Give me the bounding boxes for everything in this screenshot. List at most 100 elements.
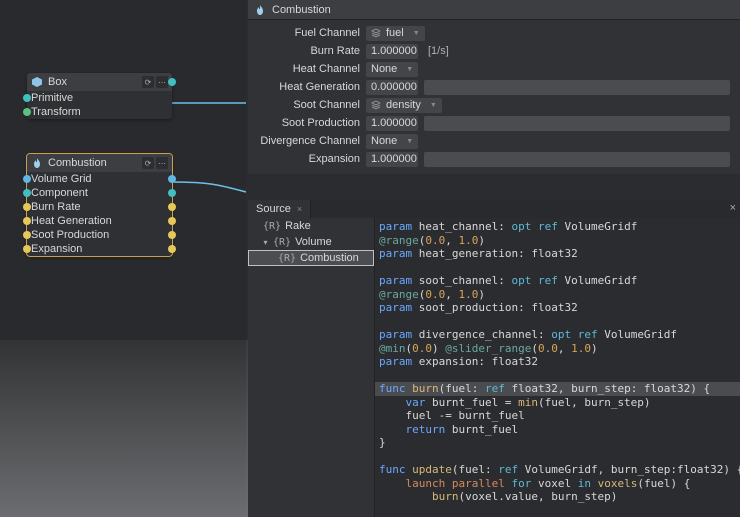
cube-icon: [31, 76, 43, 88]
soot-production-slider[interactable]: [424, 116, 730, 131]
property-label: Fuel Channel: [258, 27, 360, 39]
tree-label: Rake: [285, 220, 311, 232]
property-row: Divergence Channel None ▼: [258, 132, 730, 150]
property-label: Heat Channel: [258, 63, 360, 75]
tab-bar: Source × ×: [248, 200, 740, 218]
disclosure-triangle-icon[interactable]: ▾: [262, 238, 269, 247]
code-line[interactable]: func burn(fuel: ref float32, burn_step: …: [379, 382, 736, 396]
node-graph[interactable]: Box ⟳ ⋯ Primitive Transform Combustion ⟳…: [0, 0, 246, 517]
code-line[interactable]: launch parallel for voxel in voxels(fuel…: [379, 477, 736, 491]
stack-icon: [371, 28, 381, 38]
output-port[interactable]: [168, 217, 176, 225]
dropdown-value: None: [371, 63, 397, 75]
node-row[interactable]: Burn Rate: [27, 200, 172, 214]
code-editor[interactable]: param heat_channel: opt ref VolumeGridf@…: [375, 218, 740, 517]
code-line[interactable]: burn(voxel.value, burn_step): [379, 490, 736, 504]
input-port[interactable]: [23, 217, 31, 225]
input-port[interactable]: [23, 189, 31, 197]
code-line[interactable]: @range(0.0, 1.0): [379, 234, 736, 248]
stack-icon: [371, 100, 381, 110]
code-line[interactable]: [379, 315, 736, 329]
node-row-label: Soot Production: [31, 229, 109, 241]
unit-label: [1/s]: [424, 45, 453, 57]
input-port[interactable]: [23, 108, 31, 116]
code-line[interactable]: param soot_production: float32: [379, 301, 736, 315]
code-line[interactable]: [379, 369, 736, 383]
output-port[interactable]: [168, 78, 176, 86]
code-line[interactable]: param divergence_channel: opt ref Volume…: [379, 328, 736, 342]
node-title[interactable]: Box ⟳ ⋯: [27, 73, 172, 91]
node-row[interactable]: Component: [27, 186, 172, 200]
tree-row-volume[interactable]: ▾ {R} Volume: [248, 234, 374, 250]
code-line[interactable]: var burnt_fuel = min(fuel, burn_step): [379, 396, 736, 410]
code-line[interactable]: [379, 450, 736, 464]
node-row[interactable]: Volume Grid: [27, 172, 172, 186]
node-row[interactable]: Soot Production: [27, 228, 172, 242]
outline-tree[interactable]: {R} Rake ▾ {R} Volume {R} Combustion: [248, 218, 375, 517]
code-line[interactable]: }: [379, 436, 736, 450]
type-badge: {R}: [273, 237, 291, 248]
dropdown-value: None: [371, 135, 397, 147]
close-icon[interactable]: ×: [297, 204, 302, 214]
heat-generation-field[interactable]: 0.000000: [366, 80, 418, 95]
input-port[interactable]: [23, 245, 31, 253]
divergence-channel-dropdown[interactable]: None ▼: [366, 134, 418, 149]
node-refresh-button[interactable]: ⟳: [142, 157, 154, 169]
node-row[interactable]: Expansion: [27, 242, 172, 256]
output-port[interactable]: [168, 245, 176, 253]
flame-icon: [31, 157, 43, 169]
chevron-down-icon: ▼: [430, 102, 437, 109]
tree-row-rake[interactable]: {R} Rake: [248, 218, 374, 234]
code-line[interactable]: return burnt_fuel: [379, 423, 736, 437]
node-row[interactable]: Transform: [27, 105, 172, 119]
heat-channel-dropdown[interactable]: None ▼: [366, 62, 418, 77]
tree-label: Volume: [295, 236, 332, 248]
property-label: Burn Rate: [258, 45, 360, 57]
property-row: Expansion 1.000000: [258, 150, 730, 168]
expansion-slider[interactable]: [424, 152, 730, 167]
code-line[interactable]: func update(fuel: ref VolumeGridf, burn_…: [379, 463, 736, 477]
node-expand-button[interactable]: ⋯: [156, 76, 168, 88]
node-title-label: Combustion: [48, 157, 107, 169]
heat-generation-slider[interactable]: [424, 80, 730, 95]
node-title[interactable]: Combustion ⟳ ⋯: [27, 154, 172, 172]
tree-row-combustion[interactable]: {R} Combustion: [248, 250, 374, 266]
properties-header[interactable]: Combustion: [248, 0, 740, 20]
input-port[interactable]: [23, 175, 31, 183]
burn-rate-field[interactable]: 1.000000: [366, 44, 418, 59]
input-port[interactable]: [23, 203, 31, 211]
node-row[interactable]: Heat Generation: [27, 214, 172, 228]
tab-label: Source: [256, 203, 291, 215]
fuel-channel-dropdown[interactable]: fuel ▼: [366, 26, 425, 41]
code-line[interactable]: param soot_channel: opt ref VolumeGridf: [379, 274, 736, 288]
code-line[interactable]: [379, 261, 736, 275]
node-row[interactable]: Primitive: [27, 91, 172, 105]
node-row-label: Burn Rate: [31, 201, 81, 213]
code-line[interactable]: fuel -= burnt_fuel: [379, 409, 736, 423]
code-line[interactable]: param heat_generation: float32: [379, 247, 736, 261]
code-line[interactable]: @range(0.0, 1.0): [379, 288, 736, 302]
node-row-label: Primitive: [31, 92, 73, 104]
viewport-gradient: [0, 340, 246, 517]
node-expand-button[interactable]: ⋯: [156, 157, 168, 169]
output-port[interactable]: [168, 189, 176, 197]
soot-production-field[interactable]: 1.000000: [366, 116, 418, 131]
node-refresh-button[interactable]: ⟳: [142, 76, 154, 88]
output-port[interactable]: [168, 231, 176, 239]
node-combustion[interactable]: Combustion ⟳ ⋯ Volume Grid Component Bur…: [27, 154, 172, 256]
code-line[interactable]: param heat_channel: opt ref VolumeGridf: [379, 220, 736, 234]
property-row: Fuel Channel fuel ▼: [258, 24, 730, 42]
soot-channel-dropdown[interactable]: density ▼: [366, 98, 442, 113]
output-port[interactable]: [168, 203, 176, 211]
type-badge: {R}: [263, 221, 281, 232]
node-box[interactable]: Box ⟳ ⋯ Primitive Transform: [27, 73, 172, 119]
input-port[interactable]: [23, 231, 31, 239]
panel-close-button[interactable]: ×: [730, 202, 736, 214]
property-label: Expansion: [258, 153, 360, 165]
tab-source[interactable]: Source ×: [248, 200, 311, 218]
code-line[interactable]: param expansion: float32: [379, 355, 736, 369]
expansion-field[interactable]: 1.000000: [366, 152, 418, 167]
output-port[interactable]: [168, 175, 176, 183]
code-line[interactable]: @min(0.0) @slider_range(0.0, 1.0): [379, 342, 736, 356]
input-port[interactable]: [23, 94, 31, 102]
